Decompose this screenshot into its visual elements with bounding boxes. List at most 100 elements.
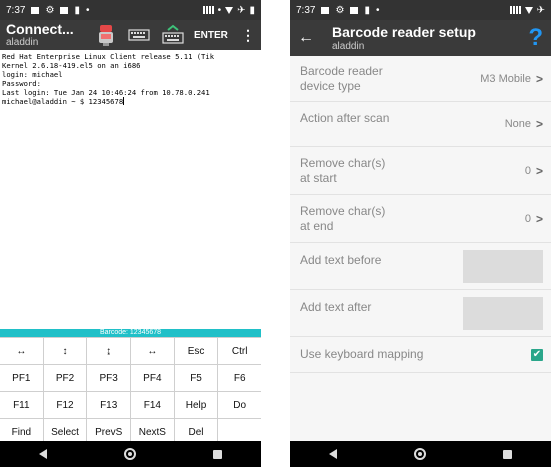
chevron-right-icon: > [535,71,543,86]
setting-value: M3 Mobile > [480,72,543,86]
nav-recents-icon[interactable] [503,449,513,459]
setting-label: Barcode reader device type [300,64,383,94]
setting-label-line: Remove char(s) [300,203,386,218]
key-arrow-up-down-base[interactable]: ↨ [87,338,132,364]
nav-back-icon[interactable] [38,449,47,459]
setting-add-text-after: Add text after [290,290,551,337]
function-keypad: Barcode: 12345678 ↔ ↕ ↨ ↔ Esc Ctrl PF1 P… [0,329,261,445]
terminal-app-bar: Connect... aladdin ENTER ⋮ [0,20,261,50]
notification-icon [60,6,69,14]
setting-label-line: device type [300,78,361,93]
nav-home-icon[interactable] [123,448,136,460]
setting-label: Add text after [300,299,372,314]
wifi-icon [524,6,533,14]
connection-host: aladdin [6,37,39,48]
notification-icon [31,6,40,14]
setting-label: Action after scan [300,110,390,125]
setting-device-type[interactable]: Barcode reader device type M3 Mobile > [290,56,551,102]
status-time: 7:37 [6,4,26,16]
terminal-line: Last login: Tue Jan 24 10:46:24 from 10.… [2,88,210,97]
back-arrow-icon[interactable]: ← [298,29,314,47]
key-arrow-up-down[interactable]: ↕ [43,338,88,364]
setting-label-line: at start [300,170,337,185]
terminal-output[interactable]: Red Hat Enterprise Linux Client release … [0,50,261,318]
settings-notification-icon: ⚙ [45,4,55,16]
action-value: None [504,118,531,130]
key-pf3[interactable]: PF3 [87,365,132,391]
notification-icon [321,6,330,14]
key-pf2[interactable]: PF2 [43,365,88,391]
key-f6[interactable]: F6 [218,365,261,391]
setting-label: Remove char(s) at start [300,156,385,186]
battery-icon: ▮ [249,4,255,16]
terminal-line: Password: [2,79,41,88]
keyboard-mapping-checkbox[interactable]: ✔ [531,348,543,361]
dot-icon: • [85,4,90,16]
key-ctrl[interactable]: Ctrl [218,338,261,364]
terminal-line: Red Hat Enterprise Linux Client release … [2,52,215,61]
setting-label-line: Remove char(s) [300,155,386,170]
dot-icon: • [217,4,222,16]
key-pf1[interactable]: PF1 [0,365,44,391]
barcode-result-strip: Barcode: 12345678 [0,329,261,337]
setting-label: Use keyboard mapping [300,347,424,361]
wifi-icon [225,6,234,14]
nav-back-icon[interactable] [328,449,337,459]
nav-recents-icon[interactable] [213,449,223,459]
key-f12[interactable]: F12 [43,392,88,418]
terminal-line: Kernel 2.6.18-419.el5 on an i686 [2,61,141,70]
setting-keyboard-mapping[interactable]: Use keyboard mapping ✔ [290,337,551,373]
status-bar: 7:37 ⚙ ▮ • • ✈ ▮ [0,0,261,20]
barcode-scanner-icon[interactable] [96,23,116,47]
key-f14[interactable]: F14 [131,392,175,418]
chevron-right-icon: > [535,211,543,226]
key-f13[interactable]: F13 [87,392,132,418]
dot-icon: • [375,4,380,16]
keyboard-show-icon[interactable] [162,24,184,46]
terminal-cursor [123,97,125,105]
key-esc[interactable]: Esc [174,338,219,364]
android-nav-bar [0,441,261,467]
connection-title: Connect... [6,21,74,37]
add-text-after-input[interactable] [463,296,543,330]
more-options-icon[interactable]: ⋮ [241,27,255,44]
setting-remove-end[interactable]: Remove char(s) at end 0 > [290,195,551,243]
setting-label: Add text before [300,252,382,267]
key-f11[interactable]: F11 [0,392,44,418]
key-help[interactable]: Help [174,392,219,418]
setting-action-after-scan[interactable]: Action after scan None > [290,102,551,147]
system-icons: • ✈ ▮ [202,4,255,16]
key-arrow-left-right[interactable]: ↔ [0,338,44,364]
android-nav-bar [290,441,551,467]
terminal-prompt-line: michael@aladdin ~ $ 12345678 [2,97,124,106]
remove-start-value: 0 [524,164,531,177]
key-f5[interactable]: F5 [174,365,219,391]
notification-icon: ▮ [74,4,80,16]
battery-bars-icon [509,6,521,14]
chevron-right-icon: > [535,163,543,178]
add-text-before-input[interactable] [463,249,543,283]
setting-remove-start[interactable]: Remove char(s) at start 0 > [290,147,551,195]
setting-label: Remove char(s) at end [300,204,385,234]
status-time: 7:37 [296,4,316,16]
setting-value: 0 > [525,212,543,226]
barcode-setup-phone-screen: 7:37 ⚙ ▮ • ✈ ← Barcode reader setup alad… [290,0,551,467]
help-icon[interactable]: ? [528,24,543,52]
keyboard-icon[interactable] [128,28,150,42]
nav-home-icon[interactable] [413,448,426,460]
keypad-row: F11 F12 F13 F14 Help Do [0,391,261,418]
settings-notification-icon: ⚙ [335,4,345,16]
notification-icon [350,6,359,14]
notification-icons: ⚙ ▮ • [321,5,379,16]
enter-button[interactable]: ENTER [194,30,228,41]
setup-app-bar: ← Barcode reader setup aladdin ? [290,20,551,56]
keypad-row: PF1 PF2 PF3 PF4 F5 F6 [0,364,261,391]
setting-label-line: at end [300,218,334,233]
key-pf4[interactable]: PF4 [131,365,175,391]
page-title: Barcode reader setup [332,23,476,40]
key-do[interactable]: Do [218,392,261,418]
settings-list: Barcode reader device type M3 Mobile > Act… [290,56,551,441]
key-arrow-left-right-2[interactable]: ↔ [131,338,175,364]
remove-end-value: 0 [524,212,531,225]
system-icons: ✈ [509,5,545,16]
